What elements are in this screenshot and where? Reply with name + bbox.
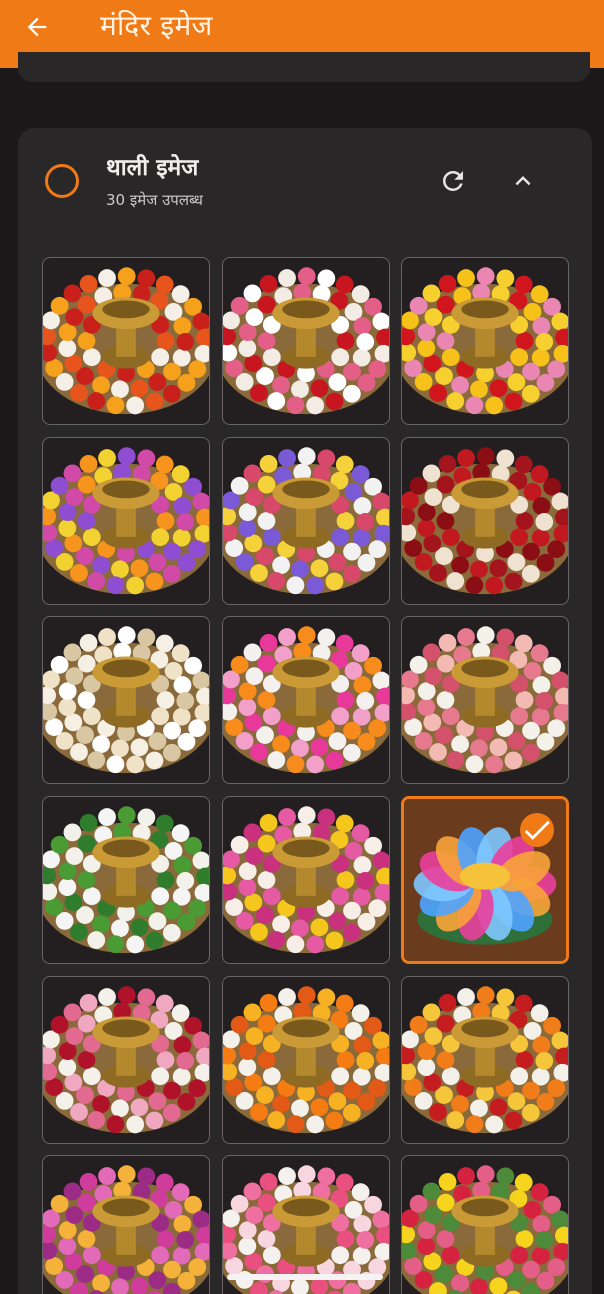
thali-image (223, 447, 389, 595)
back-button[interactable] (22, 12, 52, 42)
thali-image-tile[interactable] (42, 976, 210, 1144)
thali-image-tile[interactable] (42, 437, 210, 605)
thali-image-tile[interactable] (401, 1155, 569, 1294)
arrow-left-icon (27, 17, 47, 37)
thali-image-tile[interactable] (222, 257, 390, 425)
thali-image (43, 986, 209, 1134)
thali-image (402, 1165, 568, 1294)
thali-image-tile[interactable] (222, 796, 390, 964)
thali-image (402, 986, 568, 1134)
thali-image (43, 267, 209, 415)
previous-section-card (18, 52, 590, 82)
thali-image-tile[interactable] (401, 437, 569, 605)
thali-image (43, 806, 209, 954)
thali-image (43, 626, 209, 774)
thali-image-tile[interactable] (401, 257, 569, 425)
thali-image-tile[interactable] (222, 616, 390, 784)
thali-image-tile[interactable] (42, 796, 210, 964)
thali-image (223, 986, 389, 1134)
refresh-icon (442, 170, 463, 191)
selected-check-badge (520, 813, 554, 847)
thali-image (223, 806, 389, 954)
thali-image (402, 267, 568, 415)
section-subtitle: 30 इमेज उपलब्ध (106, 191, 203, 209)
check-icon (524, 820, 550, 840)
thali-image-tile[interactable] (42, 616, 210, 784)
page-title: मंदिर इमेज (100, 9, 213, 42)
thali-image-tile[interactable] (222, 976, 390, 1144)
thali-image-tile[interactable] (222, 437, 390, 605)
thali-image-tile[interactable] (42, 1155, 210, 1294)
refresh-button[interactable] (436, 164, 470, 198)
section-radio-button[interactable] (45, 164, 79, 198)
thali-image (402, 447, 568, 595)
thali-image (223, 267, 389, 415)
thali-image-tile[interactable] (401, 976, 569, 1144)
thali-image (402, 626, 568, 774)
thali-image (43, 1165, 209, 1294)
thali-image (223, 626, 389, 774)
collapse-button[interactable] (506, 164, 540, 198)
thali-image (43, 447, 209, 595)
home-indicator (227, 1274, 383, 1280)
thali-image-tile[interactable] (42, 257, 210, 425)
section-title: थाली इमेज (106, 155, 199, 181)
thali-image-tile[interactable] (401, 616, 569, 784)
chevron-up-icon (515, 176, 531, 186)
thali-image-tile[interactable] (401, 796, 569, 964)
